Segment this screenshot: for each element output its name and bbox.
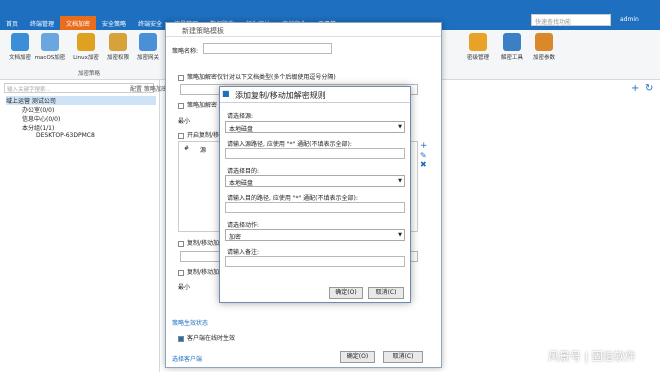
checkbox[interactable]: [178, 240, 184, 247]
option-policy-encrypt[interactable]: 策略加解密: [178, 100, 217, 109]
tree-node-root[interactable]: 域上运营 测试公司: [6, 96, 156, 105]
checkbox[interactable]: [178, 102, 184, 109]
select-client-link[interactable]: 选择客户端: [172, 354, 202, 363]
checkbox[interactable]: [178, 335, 184, 342]
add-icon[interactable]: +: [631, 83, 639, 94]
chevron-down-icon: ▼: [398, 178, 402, 184]
tab-security-policy[interactable]: 安全策略: [96, 16, 132, 30]
option-online-effective[interactable]: 客户端在线时生效: [178, 333, 235, 342]
encrypt-gateway-button[interactable]: 加密网关: [130, 33, 166, 61]
refresh-icon[interactable]: ↻: [645, 83, 653, 94]
option-copy-move[interactable]: 开启复制/移动: [178, 130, 225, 139]
option-copy-move-enc2[interactable]: 复制/移动加: [178, 267, 219, 276]
secret-level-icon: [469, 33, 487, 51]
app-icon: ■: [222, 89, 230, 98]
src-label: 请选择源:: [227, 113, 254, 120]
gateway-icon: [139, 33, 157, 51]
action-label: 请选择动作:: [227, 222, 260, 229]
ribbon-group-label: 加密策略: [78, 71, 101, 77]
decrypt-tool-icon: [503, 33, 521, 51]
tab-doc-encrypt[interactable]: 文档加密: [60, 16, 97, 30]
user-menu[interactable]: admin: [620, 16, 639, 23]
action-select[interactable]: 加密 ▼: [225, 229, 405, 241]
secret-level-button[interactable]: 密级管理: [460, 33, 496, 61]
tab-terminal[interactable]: 终端管理: [24, 16, 60, 30]
watermark: 风景号 | 固信软件: [548, 350, 636, 363]
linux-icon: [77, 33, 95, 51]
src-select[interactable]: 本地磁盘 ▼: [225, 121, 405, 133]
dst-path-input[interactable]: [225, 202, 405, 213]
min-label-2: 最小: [178, 284, 191, 291]
chevron-down-icon: ▼: [398, 232, 402, 238]
inner-cancel-button[interactable]: 取消(C): [368, 287, 404, 299]
edit-rule-icon[interactable]: ✎: [420, 151, 427, 160]
src-path-label: 请输入源路径, 应使用 "*" 通配(不填表示全部):: [227, 141, 352, 148]
macos-icon: [41, 33, 59, 51]
macos-encrypt-button[interactable]: macOS加密: [32, 33, 68, 61]
checkbox[interactable]: [178, 132, 184, 139]
encrypt-params-button[interactable]: 加密参数: [526, 33, 562, 61]
col-hash: #: [184, 145, 190, 152]
dst-select[interactable]: 本地磁盘 ▼: [225, 175, 405, 187]
lock-icon: [109, 33, 127, 51]
tree-node-office[interactable]: 办公室(0/0): [22, 105, 54, 114]
option-copy-move-enc[interactable]: 复制/移动加: [178, 238, 219, 247]
add-rule-icon[interactable]: +: [420, 141, 428, 151]
tree-node-desktop[interactable]: DESKTOP-63DPMC8: [36, 132, 95, 139]
tree-node-ungrouped[interactable]: 本分组(1/1): [22, 123, 54, 132]
dst-path-label: 请输入目的路径, 应使用 "*" 通配(不填表示全部):: [227, 195, 358, 202]
min-label: 最小: [178, 118, 191, 125]
policy-name-input[interactable]: [203, 43, 332, 54]
tab-home[interactable]: 首页: [0, 16, 24, 30]
policy-name-label: 策略名称:: [172, 48, 199, 55]
dialog-title: 新建策略模板: [166, 23, 441, 37]
dst-label: 请选择目的:: [227, 168, 260, 175]
src-path-input[interactable]: [225, 148, 405, 159]
gear-icon: [535, 33, 553, 51]
doc-encrypt-icon: [11, 33, 29, 51]
outer-ok-button[interactable]: 确定(O): [340, 351, 375, 363]
inner-ok-button[interactable]: 确定(O): [329, 287, 363, 299]
tree-node-it[interactable]: 信息中心(0/0): [22, 114, 60, 123]
delete-rule-icon[interactable]: ✖: [420, 160, 427, 169]
option-doc-types[interactable]: 策略加解密仅针对以下文档类型(多个后缀使用逗号分隔): [178, 72, 336, 81]
note-label: 请输入备注:: [227, 249, 260, 256]
note-input[interactable]: [225, 256, 405, 267]
checkbox[interactable]: [178, 74, 184, 81]
status-section-title: 策略生效状态: [172, 320, 209, 327]
function-search-input[interactable]: 快速查找功能: [531, 14, 611, 26]
outer-cancel-button[interactable]: 取消(C): [383, 351, 423, 363]
checkbox[interactable]: [178, 269, 184, 276]
decrypt-tool-button[interactable]: 解密工具: [494, 33, 530, 61]
tab-terminal-security[interactable]: 终端安全: [132, 16, 168, 30]
col-source: 源: [200, 147, 207, 154]
chevron-down-icon: ▼: [398, 124, 402, 130]
dialog-title: 添加复制/移动加解密规则: [220, 87, 410, 103]
linux-encrypt-button[interactable]: Linux加密: [68, 33, 104, 61]
